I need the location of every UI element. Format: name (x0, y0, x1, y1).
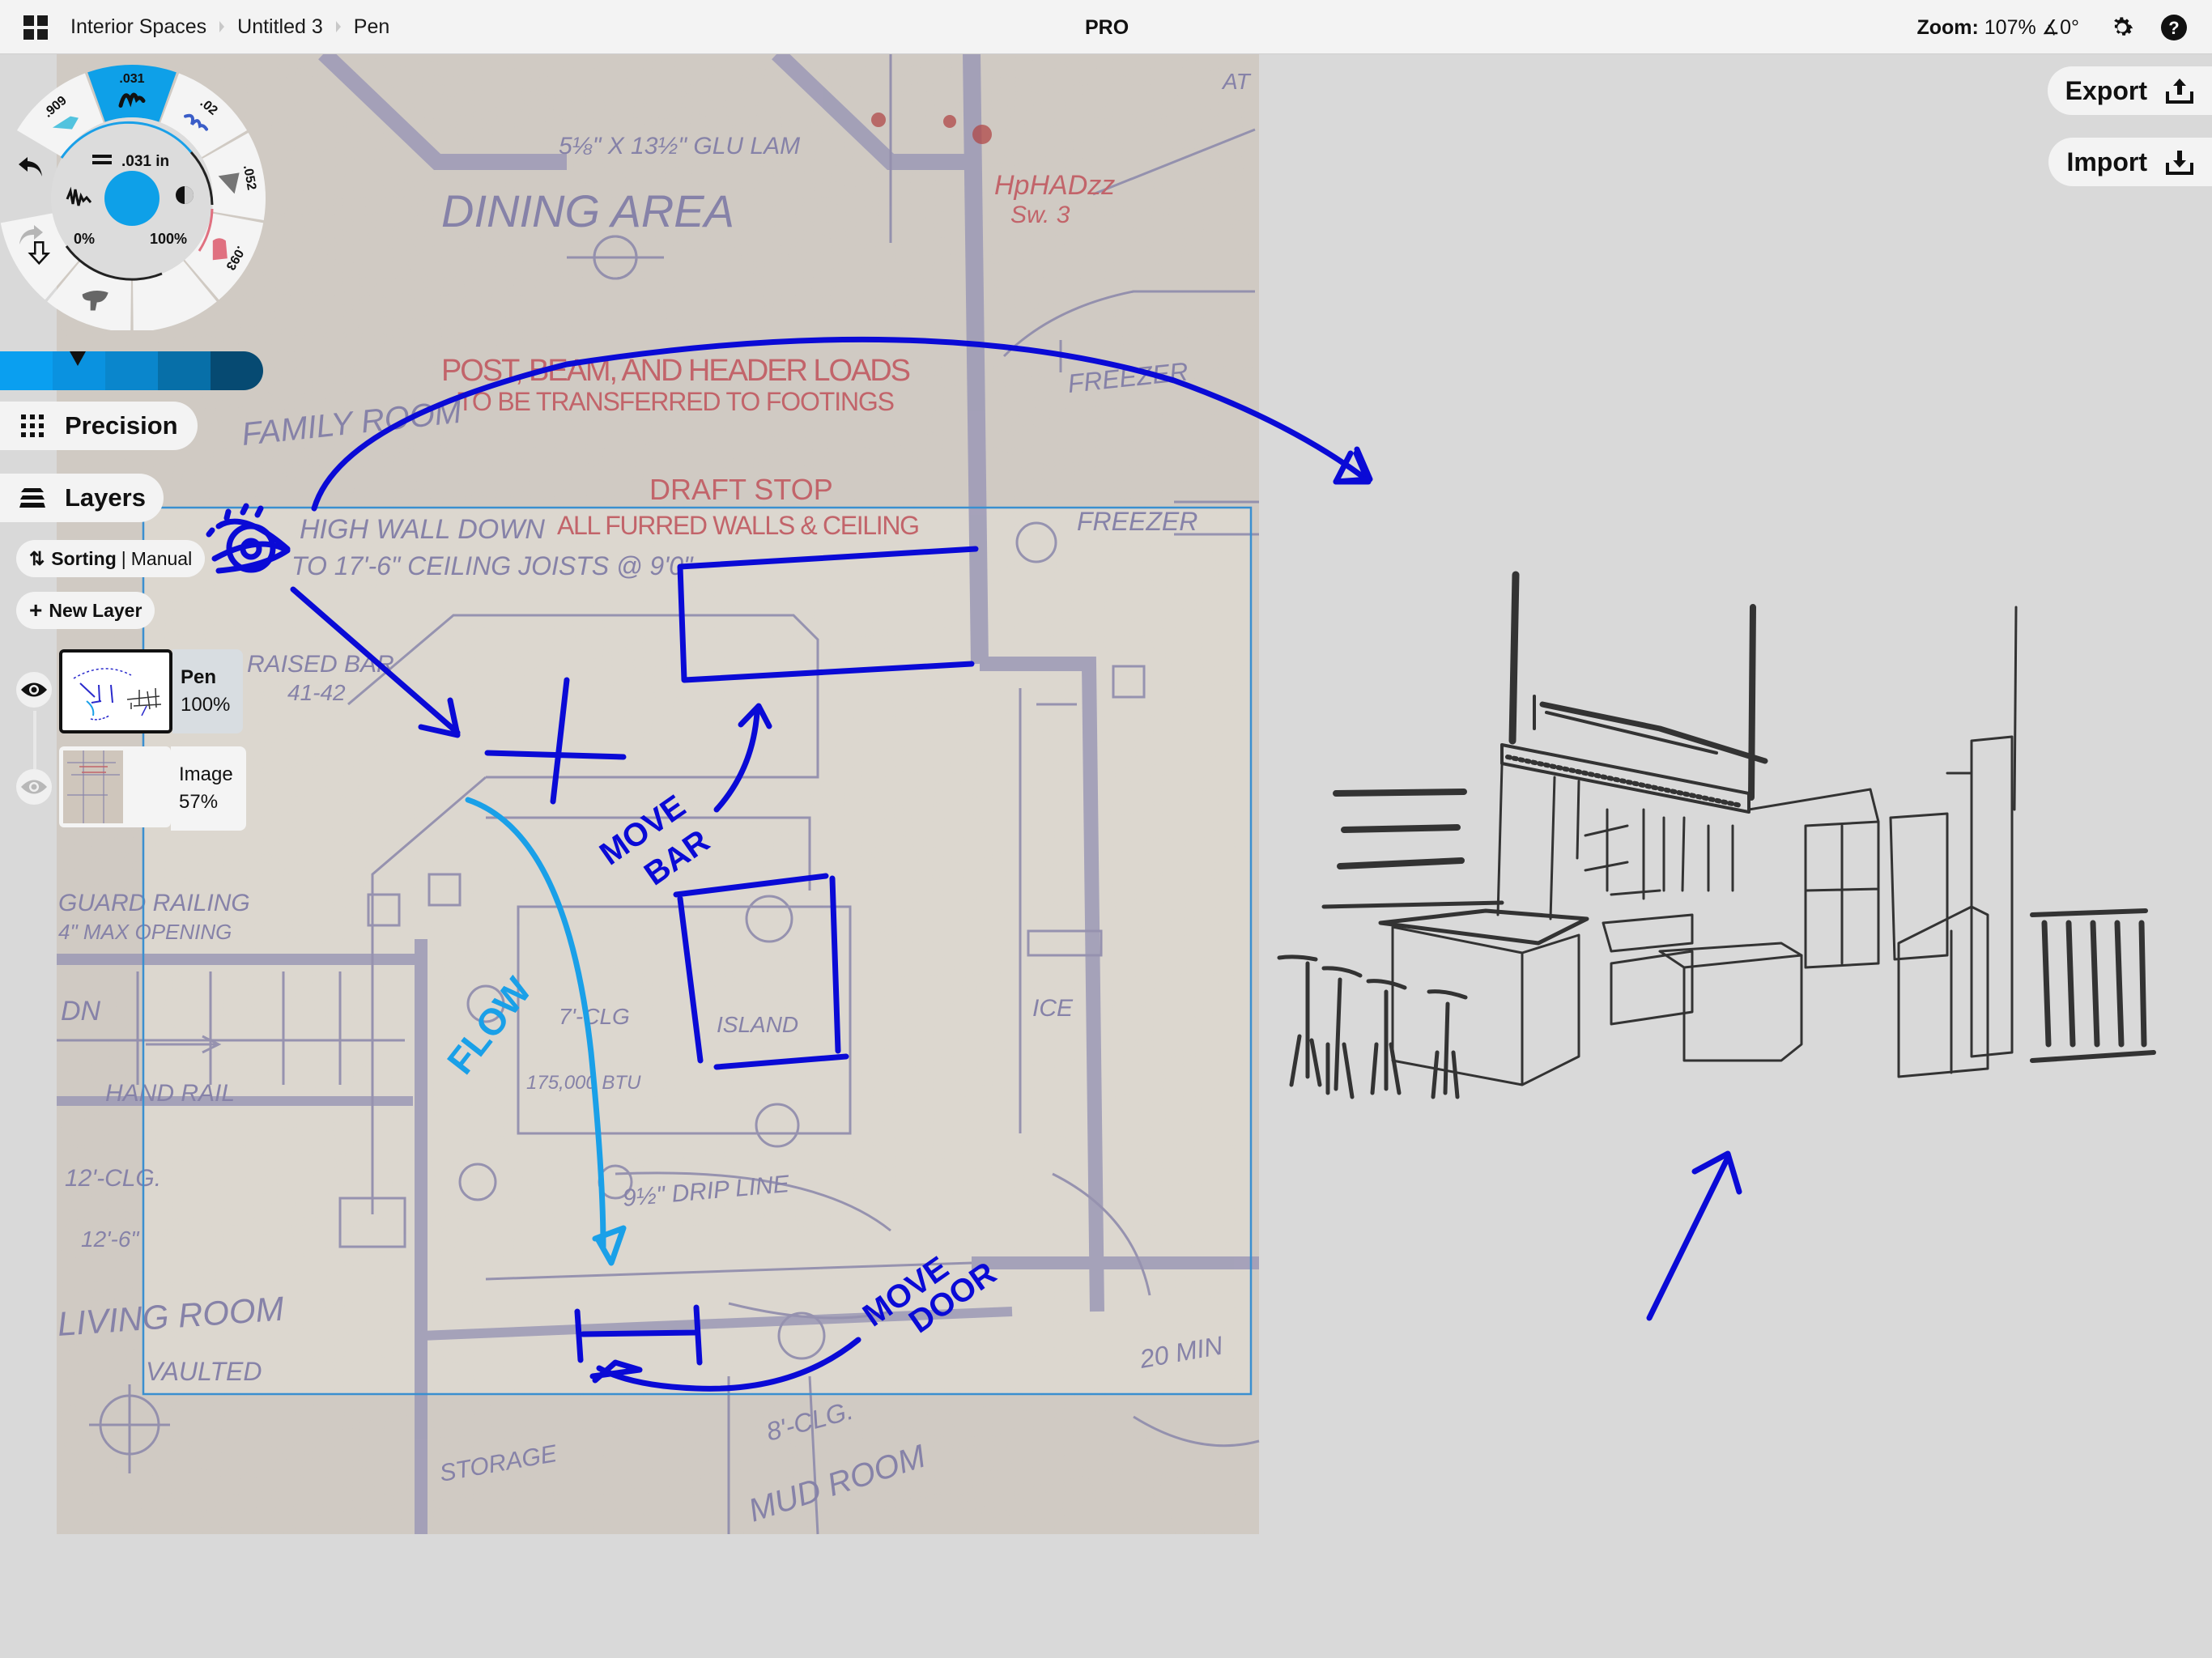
zoom-readout[interactable]: Zoom: 107% ∡0° (1916, 0, 2079, 53)
export-label: Export (2065, 75, 2147, 105)
note-furred-walls: ALL FURRED WALLS & CEILING (557, 511, 920, 540)
breadcrumb-gallery[interactable]: Interior Spaces (70, 15, 206, 39)
svg-text:?: ? (2168, 18, 2179, 38)
size-readout: .031 in (121, 153, 169, 170)
rotation-value: ∡0° (2041, 16, 2079, 39)
color-swatch[interactable] (0, 351, 53, 390)
layer-name: Image (179, 763, 233, 785)
active-color-swatch[interactable] (104, 171, 160, 226)
upload-icon (2166, 79, 2193, 104)
precision-button[interactable]: Precision (0, 402, 198, 450)
label-12-6: 12'-6" (81, 1226, 139, 1252)
layer-thumbnail-pen (59, 649, 172, 733)
layer-name: Pen (181, 666, 217, 688)
layer-thumbnail-image (59, 746, 171, 827)
smoothing-value: 0% (74, 231, 95, 247)
color-swatch[interactable] (211, 351, 263, 390)
eye-icon (21, 682, 47, 697)
label-12-clg: 12'-CLG. (65, 1165, 161, 1192)
pro-badge[interactable]: PRO (1085, 0, 1129, 53)
color-palette (0, 351, 263, 390)
label-btu: 175,000 BTU (526, 1072, 641, 1094)
up-arrow (1646, 1154, 1731, 1321)
layers-icon (0, 487, 65, 509)
note-sw3: Sw. 3 (1010, 202, 1070, 228)
breadcrumb: Interior Spaces Untitled 3 Pen (70, 0, 389, 53)
color-swatch[interactable] (158, 351, 211, 390)
label-island: ISLAND (717, 1012, 798, 1037)
layer-connector (33, 711, 36, 769)
precision-label: Precision (65, 411, 178, 440)
note-post-beam: POST, BEAM, AND HEADER LOADS (441, 354, 911, 388)
zoom-label: Zoom: (1916, 16, 1979, 39)
layer-opacity: 100% (181, 694, 231, 716)
label-vaulted: VAULTED (146, 1357, 262, 1386)
kitchen-sketch (1277, 571, 2156, 1099)
label-dining-area: DINING AREA (441, 185, 734, 236)
label-ceiling-joists: TO 17'-6" CEILING JOISTS @ 9'0" (291, 551, 694, 580)
export-button[interactable]: Export (2047, 66, 2212, 115)
layers-label: Layers (65, 483, 146, 512)
selected-swatch-marker (70, 351, 86, 366)
tool-wheel[interactable]: .909.031.02.052.093 .031 in 0% 100% (0, 63, 267, 330)
gear-icon[interactable] (2108, 14, 2136, 41)
label-ice: ICE (1032, 995, 1074, 1022)
layer-opacity: 57% (179, 791, 219, 813)
layer-row-pen[interactable]: Pen 100% (59, 649, 244, 733)
label-beam: 5⅛" X 13½" GLU LAM (559, 133, 800, 159)
note-hphadzz: HpHADzz (994, 170, 1115, 201)
divider: | (121, 547, 126, 569)
note-draft-stop: DRAFT STOP (649, 473, 833, 506)
opacity-value: 100% (150, 231, 187, 247)
eraser-icon (212, 238, 228, 261)
chevron-right-icon (219, 21, 225, 32)
zoom-value: 107% (1984, 16, 2036, 39)
label-guard-opening: 4" MAX OPENING (58, 920, 232, 944)
label-hand-rail: HAND RAIL (105, 1080, 235, 1107)
layers-button[interactable]: Layers (0, 474, 164, 522)
drawing-canvas[interactable]: DINING AREA 5⅛" X 13½" GLU LAM FAMILY RO… (0, 0, 2212, 1658)
top-bar: Interior Spaces Untitled 3 Pen PRO Zoom:… (0, 0, 2212, 54)
note-transferred: TO BE TRANSFERRED TO FOOTINGS (457, 387, 895, 416)
layer-row-image[interactable]: Image 57% (59, 746, 246, 831)
label-freezer-1: FREEZER (1077, 507, 1197, 536)
sorting-label: Sorting (51, 547, 117, 569)
question-icon[interactable]: ? (2160, 14, 2188, 41)
sort-arrows-icon: ⇅ (29, 547, 45, 569)
new-layer-button[interactable]: + New Layer (16, 592, 155, 629)
eye-icon (21, 780, 47, 794)
label-at: AT (1221, 69, 1252, 94)
download-icon (2166, 151, 2193, 175)
label-dn: DN (61, 996, 101, 1027)
sorting-button[interactable]: ⇅ Sorting | Manual (16, 540, 206, 577)
chevron-right-icon (335, 21, 341, 32)
layer-info-pen: Pen 100% (172, 649, 244, 733)
import-label: Import (2066, 147, 2147, 176)
color-swatch[interactable] (105, 351, 158, 390)
layer-visibility-toggle[interactable] (16, 672, 52, 708)
tool-size-label: .031 (119, 72, 144, 86)
sorting-value: Manual (130, 547, 193, 569)
redo-icon[interactable] (16, 220, 45, 249)
grid-dots-icon (0, 413, 65, 439)
label-high-wall: HIGH WALL DOWN (300, 514, 545, 545)
new-layer-label: New Layer (49, 599, 143, 621)
import-button[interactable]: Import (2048, 138, 2212, 186)
grid-icon[interactable] (23, 15, 48, 40)
undo-icon[interactable] (16, 152, 45, 181)
layer-info-image: Image 57% (171, 746, 246, 831)
breadcrumb-layer[interactable]: Pen (354, 15, 389, 39)
breadcrumb-drawing[interactable]: Untitled 3 (237, 15, 323, 39)
plus-icon: + (29, 597, 43, 623)
opacity-icon[interactable] (176, 186, 194, 204)
label-raised-bar-height: 41-42 (287, 680, 346, 705)
layer-visibility-toggle[interactable] (16, 769, 52, 805)
label-7-clg: 7'-CLG (559, 1004, 630, 1029)
label-guard-railing: GUARD RAILING (58, 890, 250, 916)
